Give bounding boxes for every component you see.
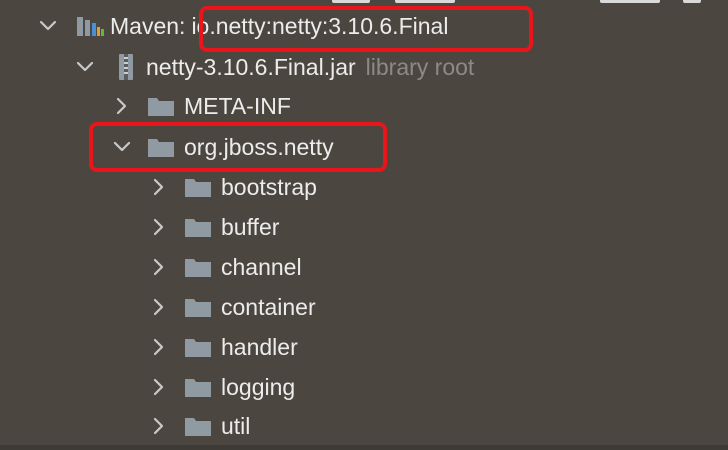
tree-node-subpackage[interactable]: handler bbox=[0, 327, 728, 367]
subpackage-label: container bbox=[221, 296, 316, 319]
maven-library-icon bbox=[74, 13, 106, 39]
subpackage-label: channel bbox=[221, 256, 302, 279]
package-root-label: org.jboss.netty bbox=[184, 136, 334, 159]
folder-icon bbox=[183, 295, 213, 319]
tree-node-subpackage[interactable]: bootstrap bbox=[0, 167, 728, 207]
chevron-right-icon[interactable] bbox=[146, 413, 172, 439]
cut-off-text bbox=[332, 0, 370, 3]
cut-off-text bbox=[395, 0, 455, 3]
tree-node-jar[interactable]: netty-3.10.6.Final.jar library root bbox=[0, 47, 728, 87]
folder-icon bbox=[183, 175, 213, 199]
folder-icon bbox=[183, 375, 213, 399]
subpackage-label: logging bbox=[221, 376, 295, 399]
tree-node-subpackage[interactable]: container bbox=[0, 287, 728, 327]
subpackage-label: buffer bbox=[221, 216, 279, 239]
bottom-edge bbox=[0, 445, 728, 450]
chevron-right-icon[interactable] bbox=[146, 294, 172, 320]
tree-node-maven-library[interactable]: Maven: io.netty:netty:3.10.6.Final bbox=[0, 6, 728, 46]
tree-node-subpackage[interactable]: channel bbox=[0, 247, 728, 287]
cut-off-text bbox=[600, 0, 660, 3]
library-root-hint: library root bbox=[366, 56, 475, 79]
jar-archive-icon bbox=[114, 53, 138, 81]
chevron-down-icon[interactable] bbox=[109, 134, 135, 160]
tree-node-package-root[interactable]: org.jboss.netty bbox=[0, 127, 728, 167]
chevron-down-icon[interactable] bbox=[72, 54, 98, 80]
chevron-right-icon[interactable] bbox=[146, 174, 172, 200]
tree-node-meta-inf[interactable]: META-INF bbox=[0, 86, 728, 126]
folder-icon bbox=[183, 215, 213, 239]
subpackage-label: bootstrap bbox=[221, 176, 317, 199]
chevron-right-icon[interactable] bbox=[146, 214, 172, 240]
chevron-right-icon[interactable] bbox=[109, 93, 135, 119]
subpackage-label: util bbox=[221, 415, 250, 438]
folder-icon bbox=[183, 335, 213, 359]
chevron-down-icon[interactable] bbox=[35, 13, 61, 39]
tree-node-subpackage[interactable]: logging bbox=[0, 367, 728, 407]
jar-name-label: netty-3.10.6.Final.jar bbox=[146, 56, 356, 79]
folder-icon bbox=[183, 255, 213, 279]
chevron-right-icon[interactable] bbox=[146, 334, 172, 360]
chevron-right-icon[interactable] bbox=[146, 254, 172, 280]
subpackage-label: handler bbox=[221, 336, 298, 359]
tree-node-subpackage[interactable]: buffer bbox=[0, 207, 728, 247]
maven-coordinates-label: io.netty:netty:3.10.6.Final bbox=[191, 15, 448, 38]
folder-icon bbox=[183, 414, 213, 438]
folder-icon bbox=[146, 135, 176, 159]
tree-node-subpackage[interactable]: util bbox=[0, 406, 728, 446]
folder-icon bbox=[146, 94, 176, 118]
cut-off-text bbox=[683, 0, 701, 3]
meta-inf-label: META-INF bbox=[184, 95, 291, 118]
maven-prefix-label: Maven: bbox=[110, 15, 185, 38]
chevron-right-icon[interactable] bbox=[146, 374, 172, 400]
